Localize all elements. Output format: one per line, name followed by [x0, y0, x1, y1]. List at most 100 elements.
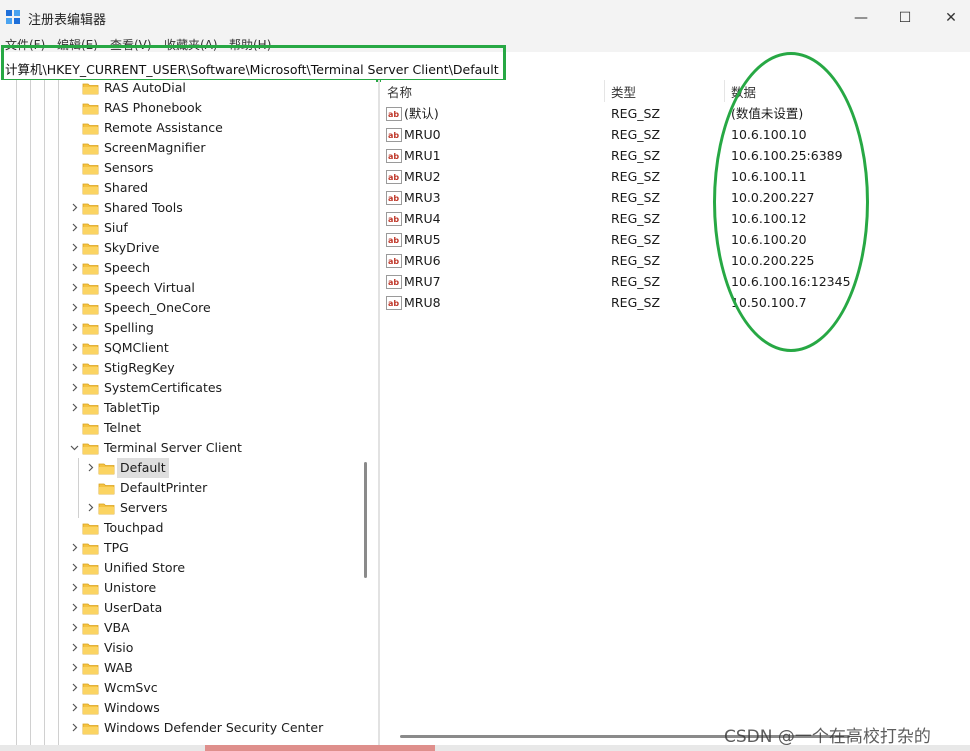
folder-icon — [82, 583, 99, 595]
tree-item[interactable]: StigRegKey — [0, 358, 360, 378]
tree-item[interactable]: Default — [0, 458, 360, 478]
chevron-right-icon[interactable] — [70, 243, 79, 252]
svg-text:ab: ab — [388, 215, 399, 224]
value-row[interactable]: ab MRU0 REG_SZ 10.6.100.10 — [381, 124, 970, 145]
chevron-right-icon[interactable] — [70, 363, 79, 372]
tree-item[interactable]: Windows Defender Security Center — [0, 718, 360, 738]
value-type: REG_SZ — [611, 190, 661, 205]
folder-icon — [98, 463, 115, 475]
value-row[interactable]: ab (默认) REG_SZ (数值未设置) — [381, 103, 970, 124]
chevron-down-icon[interactable] — [70, 443, 79, 452]
tree-item[interactable]: Servers — [0, 498, 360, 518]
column-header-type[interactable]: 类型 — [611, 82, 636, 101]
chevron-right-icon[interactable] — [70, 723, 79, 732]
folder-icon — [82, 243, 99, 255]
minimize-button[interactable]: — — [847, 6, 875, 30]
tree-item[interactable]: Telnet — [0, 418, 360, 438]
tree-item[interactable]: Windows — [0, 698, 360, 718]
chevron-right-icon[interactable] — [70, 203, 79, 212]
tree-item-label: Unified Store — [104, 560, 186, 575]
tree-item[interactable]: ScreenMagnifier — [0, 138, 360, 158]
value-row[interactable]: ab MRU2 REG_SZ 10.6.100.11 — [381, 166, 970, 187]
tree-item[interactable]: WAB — [0, 658, 360, 678]
tree-item[interactable]: SystemCertificates — [0, 378, 360, 398]
column-separator[interactable] — [724, 80, 725, 102]
tree-item-label: StigRegKey — [104, 360, 175, 375]
chevron-right-icon[interactable] — [70, 543, 79, 552]
chevron-right-icon[interactable] — [70, 283, 79, 292]
chevron-right-icon[interactable] — [70, 683, 79, 692]
tree-item[interactable]: UserData — [0, 598, 360, 618]
tree-item[interactable]: Speech Virtual — [0, 278, 360, 298]
folder-icon — [82, 263, 99, 275]
tree-item[interactable]: RAS Phonebook — [0, 98, 360, 118]
tree-item[interactable]: Sensors — [0, 158, 360, 178]
chevron-right-icon[interactable] — [70, 383, 79, 392]
tree-scrollbar-thumb[interactable] — [364, 462, 367, 578]
folder-icon — [98, 503, 115, 515]
tree-item[interactable]: TabletTip — [0, 398, 360, 418]
tree-item[interactable]: TPG — [0, 538, 360, 558]
chevron-right-icon[interactable] — [70, 323, 79, 332]
value-row[interactable]: ab MRU3 REG_SZ 10.0.200.227 — [381, 187, 970, 208]
chevron-right-icon[interactable] — [70, 563, 79, 572]
tree-item[interactable]: Speech — [0, 258, 360, 278]
folder-icon — [82, 643, 99, 655]
chevron-right-icon[interactable] — [70, 223, 79, 232]
status-strip-accent — [205, 745, 435, 751]
tree-item[interactable]: Unistore — [0, 578, 360, 598]
tree-item[interactable]: Unified Store — [0, 558, 360, 578]
tree-item[interactable]: Remote Assistance — [0, 118, 360, 138]
values-list-pane[interactable]: 名称 类型 数据 ab (默认) REG_SZ (数值未设置) ab MRU0 REG_SZ… — [381, 80, 970, 751]
window-title: 注册表编辑器 — [28, 13, 107, 28]
tree-item[interactable]: DefaultPrinter — [0, 478, 360, 498]
chevron-right-icon[interactable] — [70, 343, 79, 352]
value-row[interactable]: ab MRU6 REG_SZ 10.0.200.225 — [381, 250, 970, 271]
tree-item-label: WcmSvc — [104, 680, 158, 695]
tree-item-label: TPG — [104, 540, 129, 555]
close-button[interactable]: ✕ — [937, 6, 965, 30]
tree-item[interactable]: SQMClient — [0, 338, 360, 358]
key-tree-pane[interactable]: RAS AutoDial RAS Phonebook Remote Assistan… — [0, 80, 376, 751]
chevron-right-icon[interactable] — [70, 703, 79, 712]
pane-splitter[interactable] — [378, 80, 380, 751]
chevron-right-icon[interactable] — [86, 463, 95, 472]
column-separator[interactable] — [604, 80, 605, 102]
chevron-right-icon[interactable] — [70, 663, 79, 672]
tree-guide-line — [78, 498, 79, 518]
tree-item[interactable]: Shared Tools — [0, 198, 360, 218]
column-header-name[interactable]: 名称 — [387, 82, 412, 101]
tree-item-label: SystemCertificates — [104, 380, 223, 395]
tree-item[interactable]: Shared — [0, 178, 360, 198]
tree-item[interactable]: WcmSvc — [0, 678, 360, 698]
chevron-right-icon[interactable] — [70, 603, 79, 612]
value-row[interactable]: ab MRU5 REG_SZ 10.6.100.20 — [381, 229, 970, 250]
tree-item[interactable]: Terminal Server Client — [0, 438, 360, 458]
value-row[interactable]: ab MRU4 REG_SZ 10.6.100.12 — [381, 208, 970, 229]
chevron-right-icon[interactable] — [70, 623, 79, 632]
chevron-right-icon[interactable] — [70, 583, 79, 592]
tree-item-label: Remote Assistance — [104, 120, 223, 135]
registry-editor-icon — [6, 10, 20, 24]
value-row[interactable]: ab MRU8 REG_SZ 10.50.100.7 — [381, 292, 970, 313]
tree-item-label: Siuf — [104, 220, 128, 235]
folder-icon — [82, 723, 99, 735]
tree-item[interactable]: Visio — [0, 638, 360, 658]
tree-item[interactable]: Siuf — [0, 218, 360, 238]
chevron-right-icon[interactable] — [70, 403, 79, 412]
chevron-right-icon[interactable] — [86, 503, 95, 512]
value-row[interactable]: ab MRU1 REG_SZ 10.6.100.25:6389 — [381, 145, 970, 166]
chevron-right-icon[interactable] — [70, 303, 79, 312]
tree-item[interactable]: SkyDrive — [0, 238, 360, 258]
chevron-right-icon[interactable] — [70, 643, 79, 652]
string-value-icon: ab — [386, 296, 402, 310]
tree-item[interactable]: VBA — [0, 618, 360, 638]
tree-item[interactable]: Speech_OneCore — [0, 298, 360, 318]
tree-item[interactable]: Touchpad — [0, 518, 360, 538]
chevron-right-icon[interactable] — [70, 263, 79, 272]
value-row[interactable]: ab MRU7 REG_SZ 10.6.100.16:12345 — [381, 271, 970, 292]
folder-icon — [82, 683, 99, 695]
maximize-button[interactable]: ☐ — [891, 6, 919, 30]
tree-item[interactable]: RAS AutoDial — [0, 80, 360, 98]
tree-item[interactable]: Spelling — [0, 318, 360, 338]
